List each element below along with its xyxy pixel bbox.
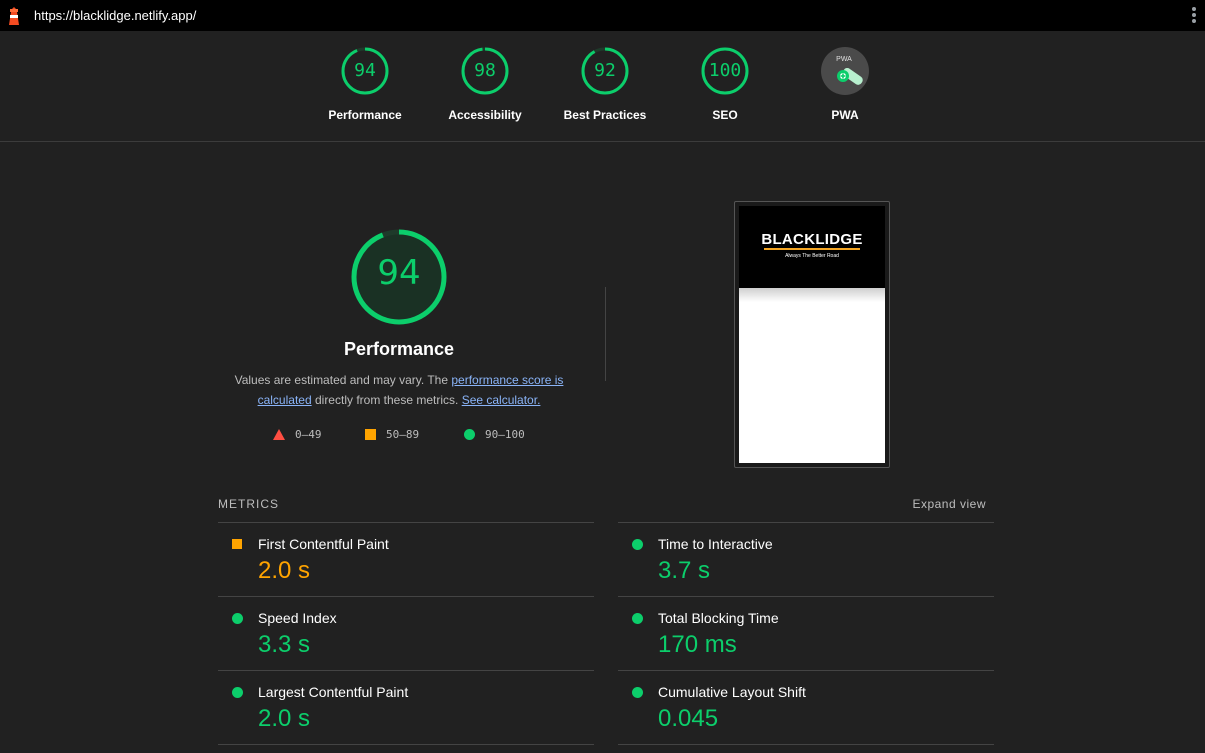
brand-underline [764,248,860,250]
pass-circle-icon [632,613,643,624]
score-scale-legend: 0–49 50–89 90–100 [271,428,551,446]
final-screenshot[interactable]: BLACKLIDGE Always The Better Road [734,201,890,468]
average-square-icon [232,539,242,549]
gauge-seo[interactable]: 100 SEO [665,46,785,122]
report-url[interactable]: https://blacklidge.netlify.app/ [34,8,196,23]
performance-score: 94 [377,253,421,293]
screenshot-shadow [739,288,885,302]
gauge-label: SEO [712,108,738,122]
metric-time-to-interactive: Time to Interactive 3.7 s [618,522,994,596]
metric-title: Time to Interactive [658,536,773,552]
screenshot-page: BLACKLIDGE Always The Better Road [739,206,885,463]
brand-logo: BLACKLIDGE [761,231,863,248]
gauge-score: 98 [474,60,496,81]
legend-pass: 90–100 [464,428,525,441]
gauge-label: PWA [831,108,859,122]
more-options-icon[interactable] [1191,7,1197,25]
gauge-label: Best Practices [563,108,647,122]
metric-first-contentful-paint: First Contentful Paint 2.0 s [218,522,594,596]
metric-value: 0.045 [658,705,719,732]
pass-circle-icon [232,613,243,624]
metric-value: 170 ms [658,631,737,658]
metrics-right-column: Time to Interactive 3.7 s Total Blocking… [618,522,994,745]
metric-value: 3.7 s [658,557,711,584]
pwa-badge-icon: PWA [821,47,869,95]
top-bar: https://blacklidge.netlify.app/ [0,0,1205,31]
gauge-pwa[interactable]: PWA PWA [785,46,905,122]
metric-speed-index: Speed Index 3.3 s [218,596,594,670]
metric-title: Cumulative Layout Shift [658,684,806,700]
performance-title: Performance [343,339,455,359]
metric-value: 3.3 s [258,631,311,658]
expand-view-button[interactable]: Expand view [912,497,986,511]
pass-circle-icon [464,429,475,440]
brand-tagline: Always The Better Road [785,253,839,259]
metric-title: Speed Index [258,610,337,626]
pass-circle-icon [632,539,643,550]
metrics-left-column: First Contentful Paint 2.0 s Speed Index… [218,522,594,745]
pwa-badge-text: PWA [836,56,852,63]
legend-fail: 0–49 [273,428,322,441]
screenshot-header: BLACKLIDGE Always The Better Road [739,206,885,288]
metric-title: First Contentful Paint [258,536,389,552]
metrics-header: METRICS [218,497,279,511]
pass-circle-icon [232,687,243,698]
gauge-score: 94 [354,60,376,81]
metric-total-blocking-time: Total Blocking Time 170 ms [618,596,994,670]
divider [605,287,606,381]
gauge-accessibility[interactable]: 98 Accessibility [425,46,545,122]
gauge-label: Accessibility [448,108,522,122]
metric-largest-contentful-paint: Largest Contentful Paint 2.0 s [218,670,594,745]
gauge-score: 92 [594,60,616,81]
pass-circle-icon [632,687,643,698]
gauge-best-practices[interactable]: 92 Best Practices [545,46,665,122]
metric-value: 2.0 s [258,705,311,732]
metric-value: 2.0 s [258,557,311,584]
see-calculator-link[interactable]: See calculator. [462,393,541,407]
performance-description: Values are estimated and may vary. The p… [234,373,564,407]
lighthouse-icon [9,7,19,25]
metric-title: Largest Contentful Paint [258,684,409,700]
gauge-label: Performance [328,108,402,122]
gauge-performance[interactable]: 94 Performance [305,46,425,122]
legend-average: 50–89 [365,428,419,441]
score-summary: 94 Performance 98 Accessibility 92 Best … [0,31,1205,142]
gauge-score: 100 [708,60,742,81]
average-square-icon [365,429,376,440]
metric-title: Total Blocking Time [658,610,779,626]
metric-cumulative-layout-shift: Cumulative Layout Shift 0.045 [618,670,994,745]
fail-triangle-icon [273,429,285,440]
